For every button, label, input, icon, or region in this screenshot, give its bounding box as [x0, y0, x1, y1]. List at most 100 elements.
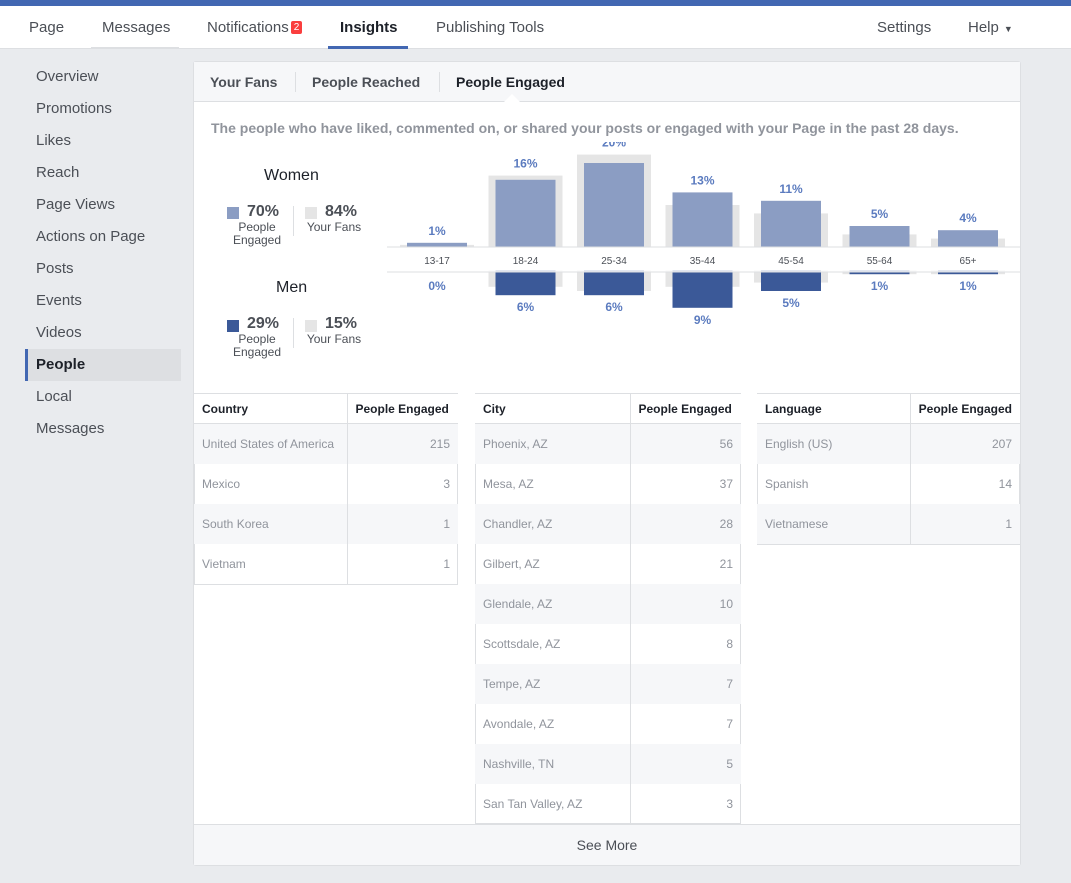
women-value-label: 5%	[871, 207, 889, 221]
table-row: Chandler, AZ 28	[475, 503, 741, 544]
age-tick-label: 25-34	[601, 256, 627, 267]
city-column-header[interactable]: City	[475, 393, 630, 424]
age-tick-label: 13-17	[424, 256, 450, 267]
nav-messages-underline	[91, 47, 179, 49]
table-row: Avondale, AZ 7	[475, 703, 741, 744]
women-engaged-bar	[849, 226, 910, 247]
city-name: Gilbert, AZ	[483, 556, 540, 571]
men-value-label: 5%	[782, 296, 800, 310]
people-subtabs: Your Fans People Reached People Engaged	[194, 62, 1020, 102]
nav-page-label: Page	[29, 19, 65, 36]
men-value-label: 9%	[694, 313, 712, 327]
women-value-label: 13%	[690, 173, 714, 187]
sidebar-item-posts[interactable]: Posts	[25, 253, 181, 285]
summary-divider	[293, 318, 294, 348]
nav-publishing-tools[interactable]: Publishing Tools	[436, 6, 544, 49]
country-column-header[interactable]: Country	[194, 393, 347, 424]
sidebar-item-people[interactable]: People	[25, 349, 181, 381]
city-name: San Tan Valley, AZ	[483, 796, 583, 811]
country-count: 1	[346, 503, 458, 544]
sidebar-item-local[interactable]: Local	[25, 381, 181, 413]
nav-page[interactable]: Page	[29, 6, 64, 49]
sidebar-item-videos[interactable]: Videos	[25, 317, 181, 349]
city-name: Mesa, AZ	[483, 476, 534, 491]
table-row: Spanish 14	[757, 463, 1020, 504]
table-row: Glendale, AZ 10	[475, 583, 741, 624]
language-count: 14	[909, 463, 1020, 504]
sidebar-item-messages[interactable]: Messages	[25, 413, 181, 445]
men-value-label: 0%	[428, 279, 446, 293]
table-row: San Tan Valley, AZ 3	[475, 783, 741, 824]
country-engaged-column-header[interactable]: People Engaged	[346, 393, 458, 424]
nav-notifications-label: Notifications	[207, 19, 289, 36]
caret-down-icon: ▼	[1003, 24, 1013, 34]
nav-help[interactable]: Help ▼	[968, 6, 1013, 49]
tab-people-reached[interactable]: People Reached	[312, 62, 420, 102]
men-engaged-pct: 29%	[247, 315, 280, 332]
sidebar-item-promotions[interactable]: Promotions	[25, 93, 181, 125]
men-value-label: 6%	[605, 300, 623, 314]
language-name: English (US)	[757, 423, 911, 464]
country-name: United States of America	[194, 423, 347, 464]
table-row: English (US) 207	[757, 423, 1020, 464]
city-name: Scottsdale, AZ	[483, 636, 561, 651]
language-engaged-column-header[interactable]: People Engaged	[909, 393, 1020, 424]
nav-notifications[interactable]: Notifications 2	[207, 6, 303, 49]
sidebar-item-likes[interactable]: Likes	[25, 125, 181, 157]
women-value-label: 11%	[779, 182, 803, 196]
language-column-header[interactable]: Language	[757, 393, 911, 424]
city-count: 37	[629, 463, 741, 504]
city-count: 3	[629, 783, 741, 824]
sidebar-item-reach[interactable]: Reach	[25, 157, 181, 189]
sidebar-item-events[interactable]: Events	[25, 285, 181, 317]
men-engaged-bar	[584, 270, 644, 296]
language-table: Language People Engaged English (US) 207 …	[757, 393, 1020, 544]
city-name: Avondale, AZ	[483, 716, 555, 731]
table-row: Vietnamese 1	[757, 503, 1020, 544]
country-name: Vietnam	[202, 556, 246, 571]
section-description: The people who have liked, commented on,…	[211, 120, 959, 136]
city-count: 8	[629, 623, 741, 664]
city-table: City People Engaged Phoenix, AZ 56 Mesa, …	[475, 393, 741, 824]
city-count: 7	[629, 663, 741, 704]
men-title: Men	[276, 279, 308, 296]
top-navigation: Page Messages Notifications 2 Insights Pu…	[0, 6, 1071, 49]
city-engaged-column-header[interactable]: People Engaged	[629, 393, 741, 424]
nav-insights-active-underline	[328, 46, 408, 49]
table-row: Tempe, AZ 7	[475, 663, 741, 704]
sidebar-item-actions-on-page[interactable]: Actions on Page	[25, 221, 181, 253]
city-name: Nashville, TN	[475, 743, 630, 784]
subtab-divider	[295, 72, 296, 92]
table-row: Nashville, TN 5	[475, 743, 741, 784]
men-engaged-bar	[672, 270, 733, 308]
insights-sidebar: Overview Promotions Likes Reach Page Vie…	[25, 61, 181, 445]
men-fans-swatch	[305, 320, 317, 332]
table-row: Gilbert, AZ 21	[475, 543, 741, 584]
country-count: 1	[346, 543, 458, 584]
subtab-divider	[439, 72, 440, 92]
sidebar-item-page-views[interactable]: Page Views	[25, 189, 181, 221]
active-tab-pointer-icon	[504, 94, 520, 102]
nav-publishing-tools-label: Publishing Tools	[436, 19, 545, 36]
see-more-button[interactable]: See More	[194, 824, 1020, 865]
country-count: 215	[346, 423, 458, 464]
country-name: Mexico	[202, 476, 241, 491]
table-row: Vietnam 1	[194, 543, 458, 584]
nav-help-label: Help	[968, 19, 999, 36]
women-value-label: 20%	[602, 142, 626, 150]
women-engaged-bar	[584, 163, 644, 247]
city-name: Tempe, AZ	[475, 663, 630, 704]
men-value-label: 1%	[871, 279, 889, 293]
nav-insights-label: Insights	[340, 19, 398, 36]
men-engaged-bar	[761, 270, 821, 291]
city-name: Glendale, AZ	[475, 583, 630, 624]
men-engaged-label: People Engaged	[232, 332, 282, 359]
tab-your-fans[interactable]: Your Fans	[210, 62, 277, 102]
men-value-label: 6%	[517, 300, 535, 314]
nav-insights[interactable]: Insights	[340, 6, 398, 49]
sidebar-item-overview[interactable]: Overview	[25, 61, 181, 93]
table-row: Mesa, AZ 37	[475, 463, 741, 504]
nav-messages[interactable]: Messages	[102, 6, 170, 49]
country-table: Country People Engaged United States of …	[194, 393, 458, 584]
nav-settings[interactable]: Settings	[877, 6, 931, 49]
